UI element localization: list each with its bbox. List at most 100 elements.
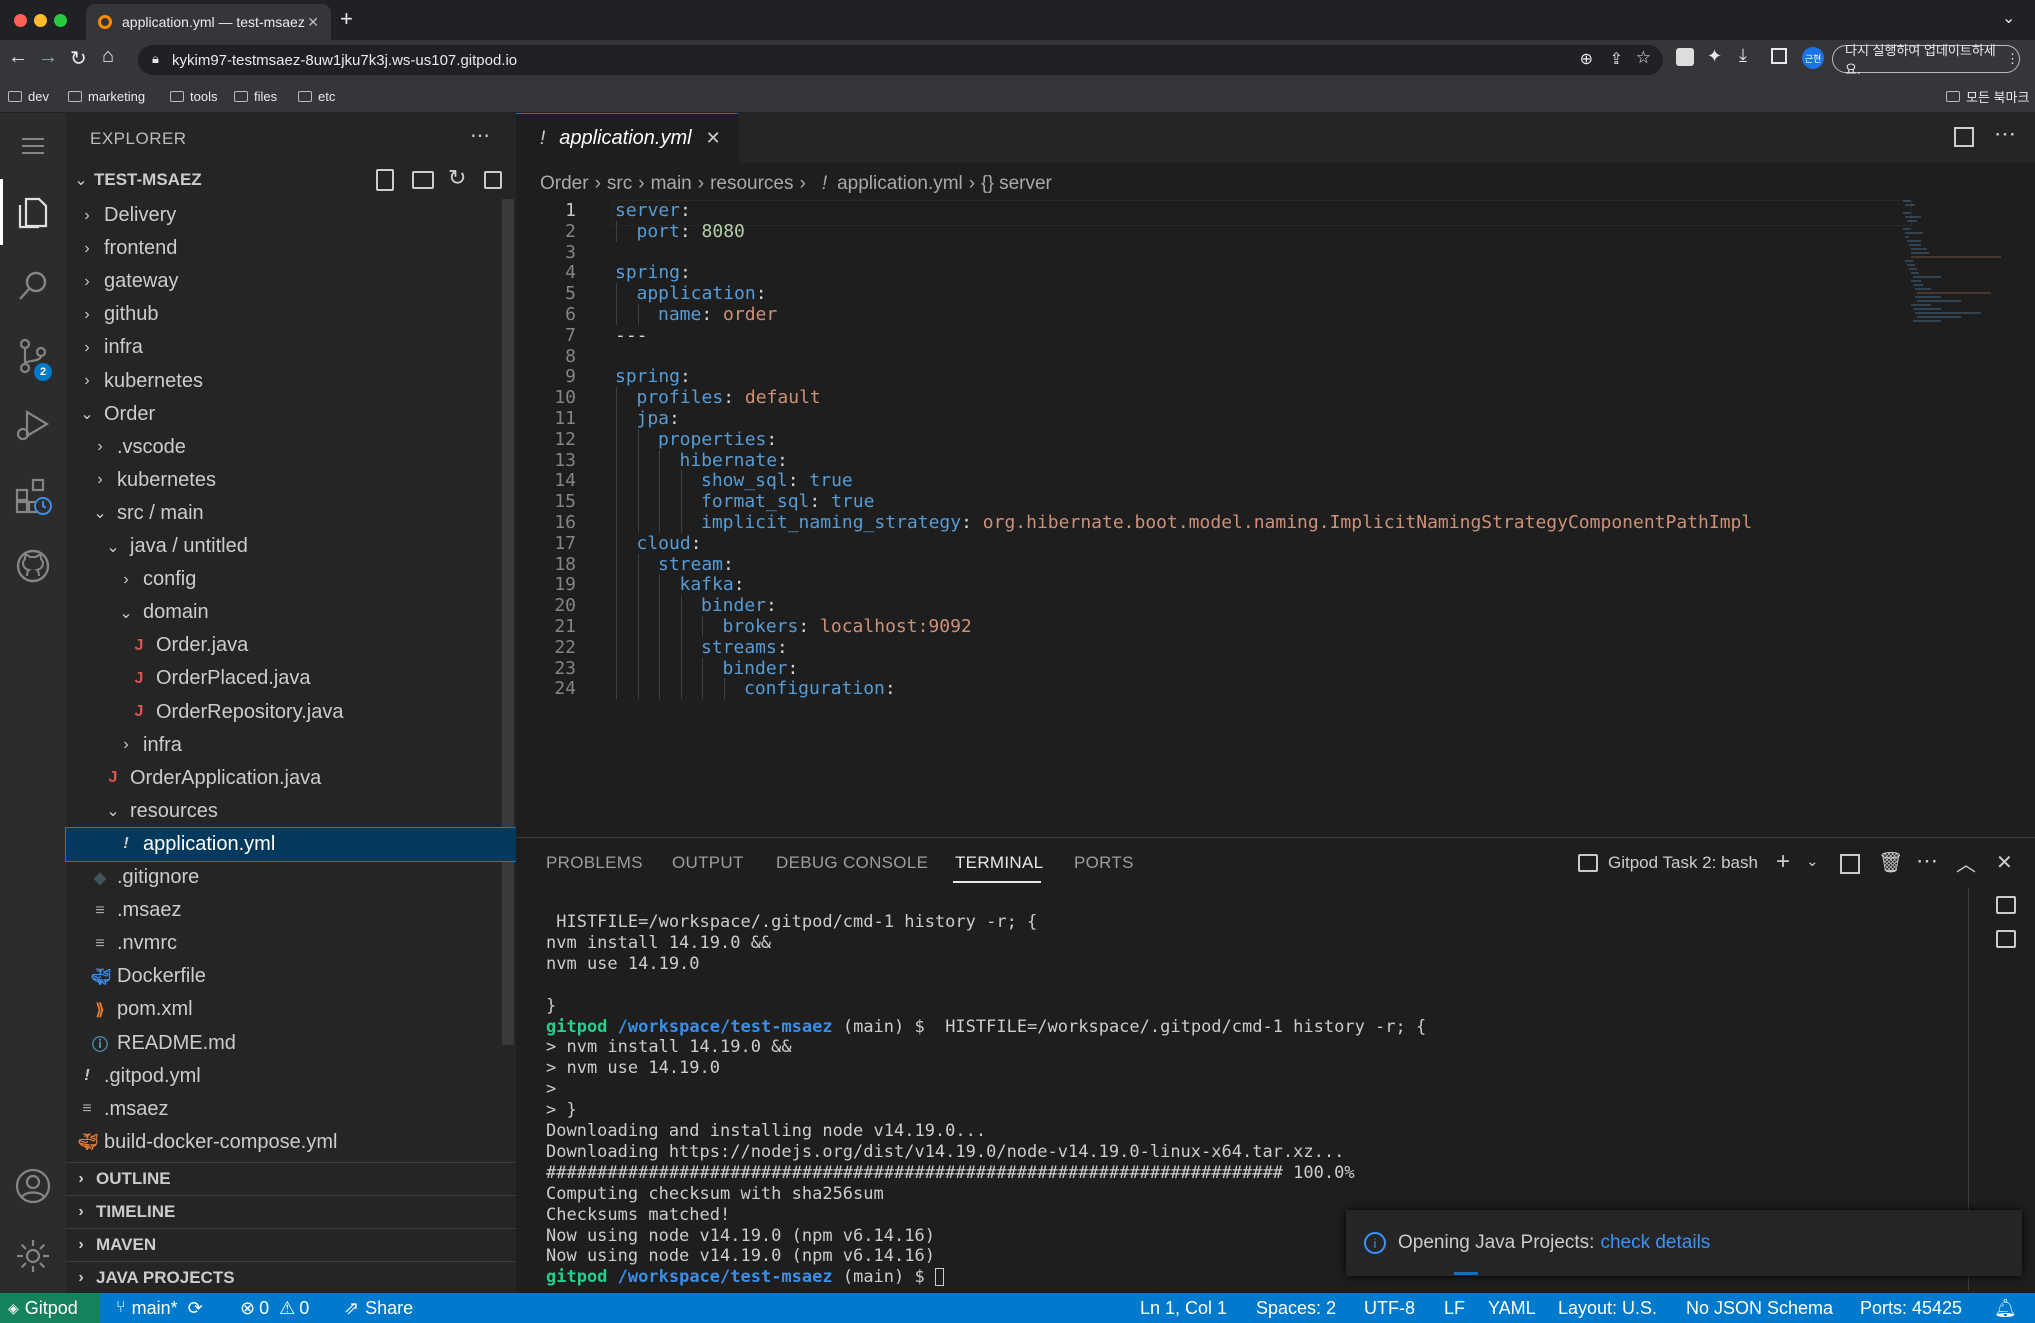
terminal-selector[interactable]: Gitpod Task 2: bash — [1578, 850, 1758, 876]
panel-tab-output[interactable]: OUTPUT — [672, 853, 744, 873]
new-terminal-icon[interactable]: + — [1776, 848, 1790, 876]
branch-status[interactable]: ⑂ main* ⟳ — [116, 1293, 203, 1323]
code-view[interactable]: 1 server: 2 port: 8080 3 4 spring: 5 application… — [0, 0, 2035, 835]
indent-guide — [723, 678, 725, 700]
tree-item-label: pom.xml — [117, 998, 193, 1021]
indent-guide — [616, 220, 617, 242]
file-item[interactable]: ⟫ pom.xml — [66, 993, 516, 1026]
notification-link[interactable]: check details — [1600, 1232, 1710, 1254]
cursor-position[interactable]: Ln 1, Col 1 — [1140, 1293, 1227, 1323]
indent-guide — [680, 470, 682, 492]
terminal-line: gitpod /workspace/test-msaez (main) $ — [546, 1267, 944, 1287]
line-number: 14 — [554, 470, 576, 492]
encoding-status[interactable]: UTF-8 — [1364, 1293, 1415, 1323]
maven-section[interactable]: › MAVEN — [66, 1228, 516, 1261]
line-number: 8 — [565, 345, 576, 367]
indent-guide — [680, 657, 682, 679]
indent-guide — [616, 470, 617, 492]
terminal-line: gitpod /workspace/test-msaez (main) $ HI… — [546, 1016, 1427, 1037]
file-item[interactable]: 🐳︎ build-docker-compose.yml — [66, 1126, 516, 1159]
terminal-list-item-icon[interactable] — [1996, 896, 2016, 914]
close-panel-icon[interactable]: ✕ — [1996, 850, 2013, 875]
indent-guide — [637, 574, 639, 596]
terminal-dropdown-icon[interactable]: ⌄ — [1806, 852, 1819, 870]
problems-status[interactable]: ⊗ 0 ⚠ 0 — [240, 1293, 309, 1323]
indent-guide — [659, 678, 660, 700]
indent-guide — [680, 512, 682, 533]
file-item[interactable]: ≡ .msaez — [66, 894, 516, 927]
file-item[interactable]: ◆ .gitignore — [66, 861, 516, 894]
share-icon: ⇗ — [344, 1297, 360, 1318]
settings-gear-icon[interactable] — [0, 1223, 66, 1289]
indent-guide — [702, 657, 703, 679]
indent-guide — [680, 636, 682, 658]
java-projects-section[interactable]: › JAVA PROJECTS — [66, 1261, 516, 1294]
code-line: binder: — [722, 657, 799, 679]
ports-status[interactable]: Ports: 45425 — [1860, 1293, 1962, 1323]
notifications-bell-icon[interactable]: 🔔︎ — [1994, 1293, 2017, 1323]
panel-tab-debug-console[interactable]: DEBUG CONSOLE — [776, 853, 928, 873]
text-file-icon: ≡ — [95, 901, 105, 919]
indent-guide — [637, 657, 639, 679]
split-terminal-icon[interactable] — [1840, 854, 1860, 874]
line-number: 11 — [554, 408, 576, 429]
maximize-panel-icon[interactable]: ︿ — [1956, 848, 1976, 877]
terminal-line: Now using node v14.19.0 (npm v6.14.16) — [546, 1246, 935, 1267]
file-item[interactable]: ≡ .msaez — [66, 1093, 516, 1126]
accounts-icon[interactable] — [0, 1153, 66, 1219]
terminal-line: HISTFILE=/workspace/.gitpod/cmd-1 histor… — [546, 912, 1038, 932]
yaml-file-icon: ! — [84, 1067, 90, 1085]
line-number: 15 — [554, 491, 576, 513]
eol-status[interactable]: LF — [1444, 1293, 1465, 1323]
language-mode[interactable]: YAML — [1488, 1293, 1536, 1323]
indent-guide — [616, 595, 617, 617]
keyboard-layout[interactable]: Layout: U.S. — [1558, 1293, 1657, 1323]
indent-guide — [616, 532, 617, 554]
tree-item-label: .msaez — [104, 1097, 169, 1120]
terminal-line: ########################################… — [546, 1162, 1355, 1183]
line-number: 2 — [565, 220, 576, 242]
terminal-icon — [1578, 854, 1598, 872]
indent-guide — [616, 574, 617, 596]
chevron-right-icon: › — [78, 1236, 84, 1253]
terminal-line: nvm use 14.19.0 — [546, 953, 700, 974]
terminal-line: > — [546, 1079, 557, 1100]
indent-guide — [659, 470, 660, 492]
panel-more-icon[interactable]: ⋯ — [1916, 848, 1938, 874]
indent-guide — [616, 428, 617, 450]
kill-terminal-trash-icon[interactable]: 🗑︎ — [1878, 850, 1903, 875]
file-item[interactable]: 🐳︎ Dockerfile — [66, 960, 516, 993]
code-line: spring: — [615, 366, 691, 388]
panel-tab-terminal[interactable]: TERMINAL — [955, 853, 1043, 873]
tree-item-label: Dockerfile — [117, 965, 206, 988]
file-item[interactable]: ≡ .nvmrc — [66, 927, 516, 960]
indent-guide — [680, 678, 682, 700]
docker-compose-icon: 🐳︎ — [78, 1134, 99, 1152]
outline-section[interactable]: › OUTLINE — [66, 1162, 516, 1195]
indent-guide — [637, 553, 639, 575]
indent-guide — [702, 616, 703, 637]
json-schema-status[interactable]: No JSON Schema — [1686, 1293, 1833, 1323]
notification-toast[interactable]: i Opening Java Projects: check details — [1346, 1210, 2022, 1276]
gitpod-status[interactable]: ◈ Gitpod — [0, 1293, 100, 1323]
file-item[interactable]: ⓘ README.md — [66, 1027, 516, 1060]
panel-tab-ports[interactable]: PORTS — [1074, 853, 1134, 873]
file-item[interactable]: ! .gitpod.yml — [66, 1060, 516, 1093]
terminal-list-item-icon[interactable] — [1996, 930, 2016, 948]
indent-guide — [637, 491, 639, 513]
terminal-line: Downloading and installing node v14.19.0… — [546, 1121, 987, 1141]
line-number: 13 — [554, 449, 576, 471]
timeline-section[interactable]: › TIMELINE — [66, 1195, 516, 1228]
panel-tab-problems[interactable]: PROBLEMS — [546, 853, 643, 873]
code-line: show_sql: true — [701, 470, 853, 492]
line-number: 7 — [565, 324, 576, 346]
code-line: brokers: localhost:9092 — [722, 616, 972, 637]
share-status[interactable]: ⇗ Share — [344, 1293, 413, 1323]
docker-icon: 🐳︎ — [91, 968, 112, 986]
indentation-status[interactable]: Spaces: 2 — [1256, 1293, 1336, 1323]
code-line: streams: — [701, 636, 788, 658]
indent-guide — [616, 616, 617, 637]
terminal-cursor — [934, 1268, 944, 1287]
text-file-icon: ≡ — [95, 934, 105, 952]
sync-icon[interactable]: ⟳ — [188, 1298, 203, 1319]
